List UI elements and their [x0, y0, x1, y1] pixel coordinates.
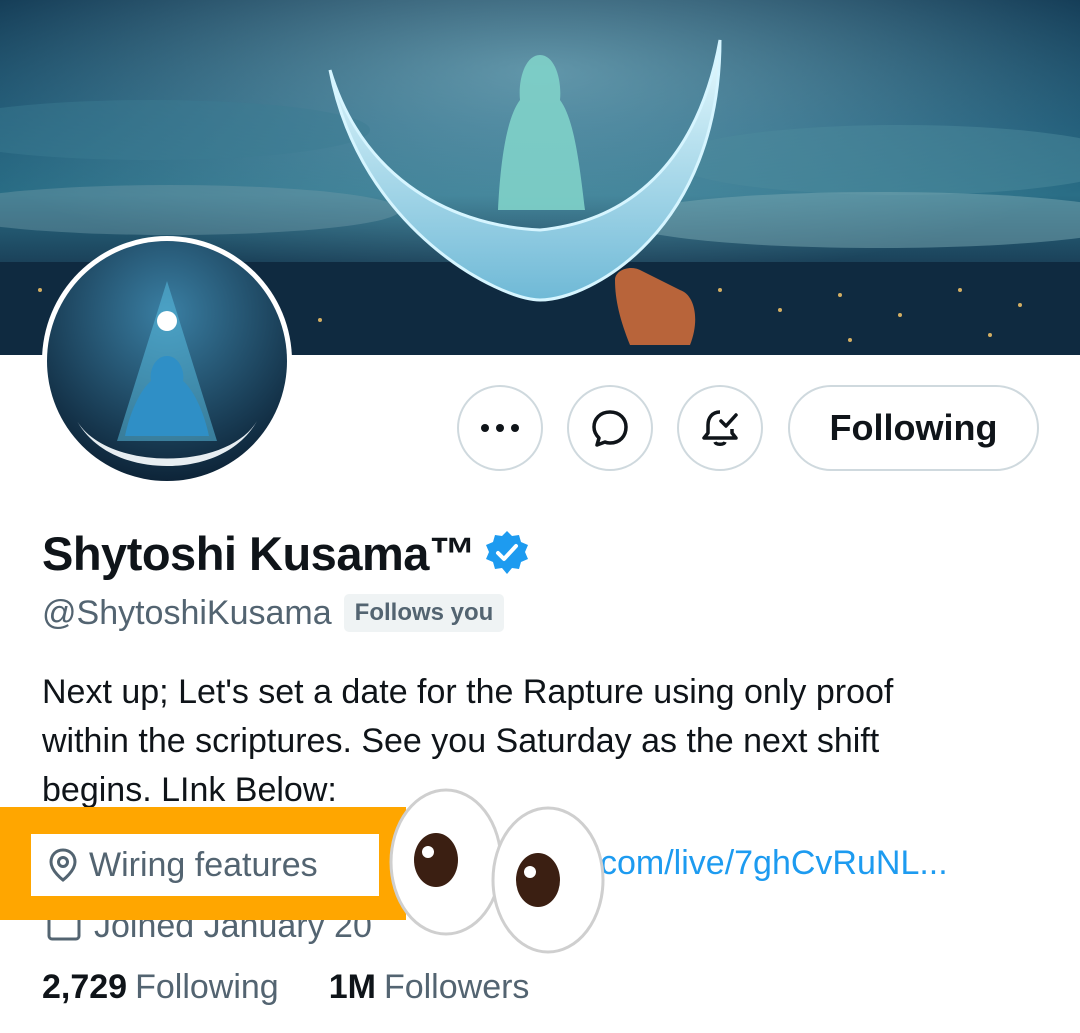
bio-line: within the scriptures. See you Saturday …: [42, 722, 880, 760]
followers-stat[interactable]: 1M Followers: [329, 968, 530, 1007]
location-pin-icon: [49, 848, 77, 882]
eyes-emoji-icon: [389, 788, 605, 954]
display-name: Shytoshi Kusama™: [42, 526, 476, 580]
verified-badge-icon[interactable]: [483, 529, 531, 577]
bell-check-icon: [702, 410, 738, 446]
location-item: Wiring features: [31, 834, 379, 896]
followers-label: Followers: [383, 968, 530, 1006]
location-text: Wiring features: [89, 845, 318, 884]
more-horizontal-icon: [481, 424, 519, 432]
profile-stats: 2,729 Following 1M Followers: [42, 968, 529, 1007]
following-stat[interactable]: 2,729 Following: [42, 968, 279, 1007]
message-button[interactable]: [567, 385, 653, 471]
user-handle: @ShytoshiKusama: [42, 593, 332, 632]
followers-count: 1M: [328, 968, 376, 1006]
notifications-button[interactable]: [677, 385, 763, 471]
following-label: Following: [135, 968, 279, 1006]
bio-line: Next up; Let's set a date for the Raptur…: [42, 673, 894, 711]
follows-you-badge: Follows you: [343, 594, 505, 632]
following-button[interactable]: Following: [788, 385, 1039, 471]
avatar-artwork: [47, 241, 287, 481]
more-button[interactable]: [457, 385, 543, 471]
avatar[interactable]: [42, 236, 292, 486]
message-bubble-icon: [592, 410, 628, 447]
profile-link[interactable]: com/live/7ghCvRuNL...: [600, 844, 948, 883]
following-count: 2,729: [42, 968, 128, 1006]
